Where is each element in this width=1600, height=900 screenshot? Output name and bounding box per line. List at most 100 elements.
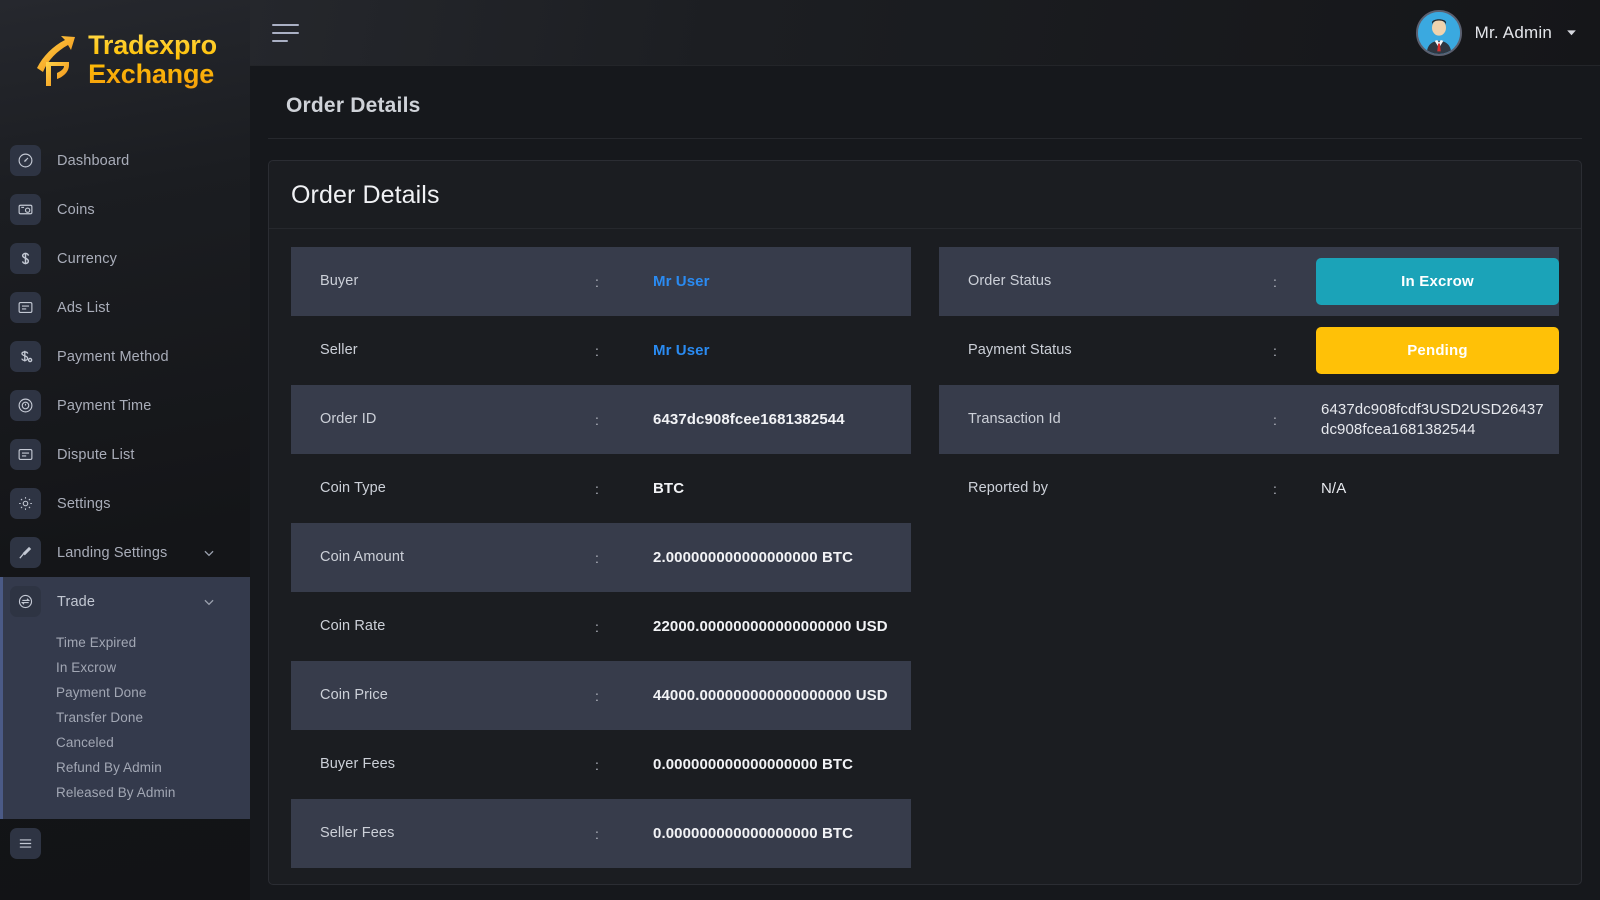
brand-line-1: Tradexpro — [88, 30, 217, 61]
dollar-gear-icon — [10, 341, 41, 372]
sidebar-item-label: Coins — [57, 201, 95, 218]
detail-label: Coin Amount — [320, 548, 405, 565]
detail-row-coin-amount: Coin Amount : 2.000000000000000000 BTC — [291, 523, 911, 592]
detail-row-seller-fees: Seller Fees : 0.000000000000000000 BTC — [291, 799, 911, 868]
sidebar-subitem-transfer-done[interactable]: Transfer Done — [0, 705, 250, 730]
sidebar-item-settings[interactable]: Settings — [0, 479, 250, 528]
sidebar-subitem-released-by-admin[interactable]: Released By Admin — [0, 780, 250, 805]
sidebar-item-partial[interactable] — [0, 819, 250, 868]
brand-name: Tradexpro Exchange — [88, 31, 217, 88]
hamburger-icon[interactable] — [272, 18, 300, 48]
detail-separator: : — [595, 480, 599, 497]
chevron-down-icon[interactable] — [1565, 26, 1578, 39]
detail-separator: : — [1273, 273, 1277, 290]
detail-row-coin-rate: Coin Rate : 22000.000000000000000000 USD — [291, 592, 911, 661]
admin-dashboard-page: Tradexpro Exchange Dashboard Coins Curre… — [0, 0, 1600, 900]
detail-label: Order Status — [968, 272, 1052, 289]
sidebar-item-dashboard[interactable]: Dashboard — [0, 136, 250, 185]
detail-label: Payment Status — [968, 341, 1072, 358]
top-header: Mr. Admin — [250, 0, 1600, 66]
status-badge-order-status[interactable]: In Excrow — [1316, 258, 1559, 305]
sidebar-subitem-in-excrow[interactable]: In Excrow — [0, 655, 250, 680]
sidebar: Tradexpro Exchange Dashboard Coins Curre… — [0, 0, 250, 900]
order-details-left-column: Buyer : Mr User Seller : Mr User Order I… — [291, 247, 911, 868]
sidebar-nav: Dashboard Coins Currency Ads List Paymen… — [0, 120, 250, 868]
detail-label: Transaction Id — [968, 410, 1061, 427]
detail-value-coin-rate: 22000.000000000000000000 USD — [653, 617, 888, 635]
detail-label: Coin Price — [320, 686, 388, 703]
detail-value-order-id: 6437dc908fcee1681382544 — [653, 410, 845, 428]
sidebar-subitem-time-expired[interactable]: Time Expired — [0, 630, 250, 655]
detail-value-coin-type: BTC — [653, 479, 685, 497]
brand-logo[interactable]: Tradexpro Exchange — [0, 0, 250, 120]
detail-value-coin-price: 44000.000000000000000000 USD — [653, 686, 888, 704]
dollar-sign-icon — [10, 243, 41, 274]
detail-separator: : — [595, 756, 599, 773]
detail-label: Buyer — [320, 272, 359, 289]
order-details-right-column: Order Status : In Excrow Payment Status … — [939, 247, 1559, 523]
sidebar-item-landing-settings[interactable]: Landing Settings — [0, 528, 250, 577]
card-body: Buyer : Mr User Seller : Mr User Order I… — [269, 229, 1581, 868]
detail-separator: : — [1273, 342, 1277, 359]
list-card-icon — [10, 292, 41, 323]
user-name-label: Mr. Admin — [1474, 22, 1552, 42]
sidebar-item-dispute-list[interactable]: Dispute List — [0, 430, 250, 479]
order-status-wrap: In Excrow — [1281, 258, 1559, 305]
detail-row-buyer: Buyer : Mr User — [291, 247, 911, 316]
card-title: Order Details — [291, 181, 440, 209]
list-card-icon — [10, 439, 41, 470]
user-avatar-icon — [1415, 9, 1462, 56]
sidebar-item-payment-time[interactable]: Payment Time — [0, 381, 250, 430]
exchange-arrows-icon — [10, 586, 41, 617]
menu-icon — [10, 828, 41, 859]
page-header: Order Details — [268, 66, 1582, 139]
detail-separator: : — [595, 825, 599, 842]
sidebar-item-label: Ads List — [57, 299, 110, 316]
detail-row-order-status: Order Status : In Excrow — [939, 247, 1559, 316]
detail-label: Coin Rate — [320, 617, 386, 634]
detail-separator: : — [595, 618, 599, 635]
order-details-card: Order Details Buyer : Mr User Seller : M… — [268, 160, 1582, 885]
detail-label: Reported by — [968, 479, 1049, 496]
detail-value-seller[interactable]: Mr User — [603, 341, 911, 361]
sidebar-subitem-payment-done[interactable]: Payment Done — [0, 680, 250, 705]
detail-label: Seller — [320, 341, 358, 358]
sidebar-item-label: Dashboard — [57, 152, 130, 169]
main-pane: Mr. Admin Order Details Order Details Bu… — [250, 0, 1600, 900]
sidebar-item-label: Trade — [57, 593, 96, 610]
sidebar-item-label: Currency — [57, 250, 118, 267]
sidebar-item-coins[interactable]: Coins — [0, 185, 250, 234]
sidebar-item-label: Landing Settings — [57, 544, 168, 561]
chevron-down-icon — [202, 546, 216, 560]
detail-row-buyer-fees: Buyer Fees : 0.000000000000000000 BTC — [291, 730, 911, 799]
detail-value-coin-amount: 2.000000000000000000 BTC — [653, 548, 854, 566]
detail-label: Order ID — [320, 410, 377, 427]
detail-row-coin-type: Coin Type : BTC — [291, 454, 911, 523]
sidebar-item-trade[interactable]: Trade — [0, 577, 250, 626]
detail-label: Seller Fees — [320, 824, 395, 841]
detail-label: Coin Type — [320, 479, 386, 496]
detail-value-buyer[interactable]: Mr User — [603, 272, 911, 292]
detail-separator: : — [595, 342, 599, 359]
detail-value-seller-fees: 0.000000000000000000 BTC — [653, 824, 854, 842]
user-menu[interactable]: Mr. Admin — [1415, 9, 1578, 56]
sidebar-group-trade: Trade Time Expired In Excrow Payment Don… — [0, 577, 250, 819]
detail-label: Buyer Fees — [320, 755, 396, 772]
sidebar-item-currency[interactable]: Currency — [0, 234, 250, 283]
detail-row-coin-price: Coin Price : 44000.000000000000000000 US… — [291, 661, 911, 730]
hammer-icon — [10, 537, 41, 568]
detail-separator: : — [595, 411, 599, 428]
detail-separator: : — [1273, 480, 1277, 497]
speedometer-icon — [10, 145, 41, 176]
status-badge-payment-status[interactable]: Pending — [1316, 327, 1559, 374]
brand-line-2: Exchange — [88, 59, 215, 89]
chevron-down-icon — [202, 595, 216, 609]
sidebar-subitem-refund-by-admin[interactable]: Refund By Admin — [0, 755, 250, 780]
detail-row-payment-status: Payment Status : Pending — [939, 316, 1559, 385]
coin-stack-icon — [10, 194, 41, 225]
page-title: Order Details — [286, 94, 421, 117]
sidebar-item-ads-list[interactable]: Ads List — [0, 283, 250, 332]
sidebar-subitem-canceled[interactable]: Canceled — [0, 730, 250, 755]
detail-separator: : — [1273, 411, 1277, 428]
sidebar-item-payment-method[interactable]: Payment Method — [0, 332, 250, 381]
